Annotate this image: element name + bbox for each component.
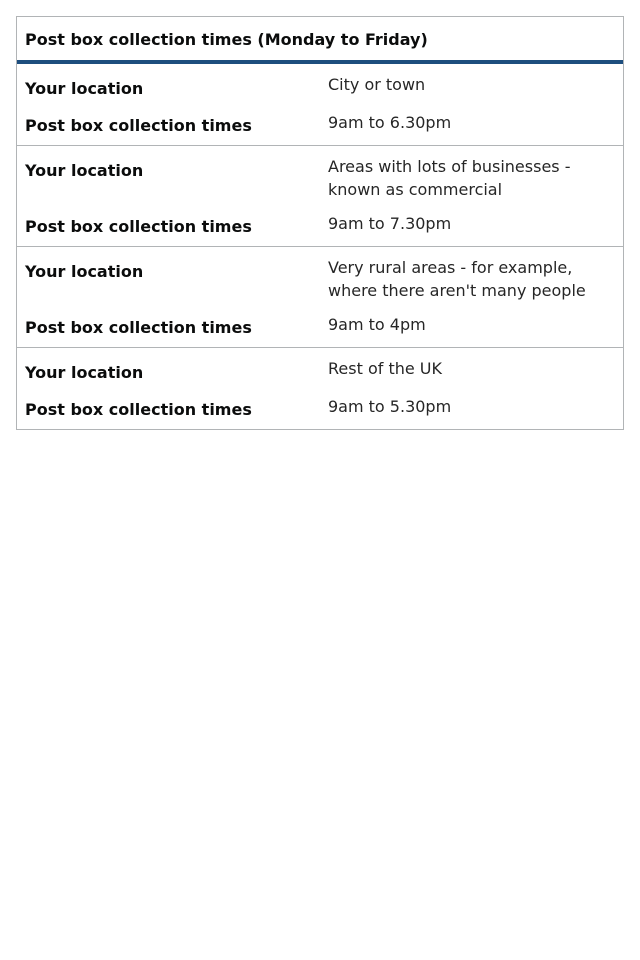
location-value: Very rural areas - for example, where th… [328,258,586,300]
times-row: Post box collection times 9am to 4pm [17,302,623,347]
times-value: 9am to 4pm [328,315,426,334]
times-value: 9am to 5.30pm [328,397,452,416]
table-row-group: Your location Rest of the UK Post box co… [17,348,623,429]
location-row: Your location Areas with lots of busines… [17,146,623,201]
times-label: Post box collection times [25,400,252,419]
location-row: Your location City or town [17,64,623,100]
table-caption: Post box collection times (Monday to Fri… [17,17,623,64]
location-label: Your location [25,363,144,382]
location-row: Your location Very rural areas - for exa… [17,247,623,302]
location-label: Your location [25,262,144,281]
table-row-group: Your location Areas with lots of busines… [17,146,623,247]
location-label: Your location [25,161,144,180]
location-value: Areas with lots of businesses - known as… [328,157,571,199]
table-row-group: Your location City or town Post box coll… [17,64,623,146]
location-value: City or town [328,75,426,94]
times-value: 9am to 7.30pm [328,214,452,233]
location-row: Your location Rest of the UK [17,348,623,384]
times-row: Post box collection times 9am to 5.30pm [17,384,623,429]
times-row: Post box collection times 9am to 7.30pm [17,201,623,246]
times-label: Post box collection times [25,217,252,236]
times-label: Post box collection times [25,318,252,337]
times-value: 9am to 6.30pm [328,113,452,132]
times-row: Post box collection times 9am to 6.30pm [17,100,623,145]
collection-times-table: Post box collection times (Monday to Fri… [16,16,624,430]
location-label: Your location [25,79,144,98]
times-label: Post box collection times [25,116,252,135]
location-value: Rest of the UK [328,359,442,378]
table-row-group: Your location Very rural areas - for exa… [17,247,623,348]
